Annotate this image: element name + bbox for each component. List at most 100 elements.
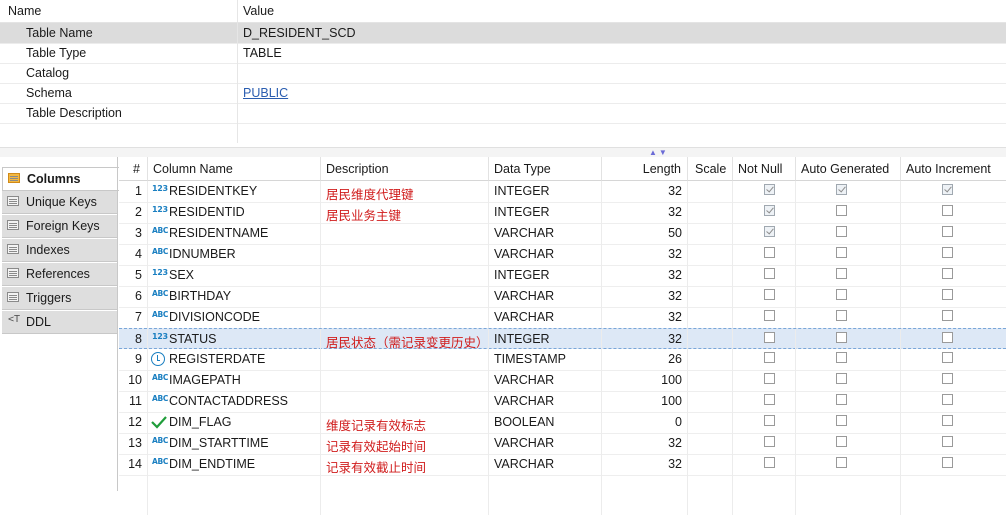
auto-increment-checkbox[interactable] <box>942 394 953 405</box>
cell-length[interactable]: 32 <box>602 244 688 265</box>
cell-type[interactable]: TIMESTAMP <box>489 349 602 370</box>
cell-name[interactable]: DIM_FLAG <box>148 412 321 433</box>
not-null-checkbox[interactable] <box>764 373 775 384</box>
auto-increment-checkbox[interactable] <box>942 268 953 279</box>
header-column-name[interactable]: Column Name <box>148 157 321 181</box>
auto-increment-checkbox[interactable] <box>942 205 953 216</box>
cell-ag[interactable] <box>796 181 901 202</box>
cell-nn[interactable] <box>733 181 796 202</box>
cell-length[interactable]: 32 <box>602 265 688 286</box>
property-row-table-type[interactable]: Table Type TABLE <box>0 43 1006 64</box>
table-row[interactable]: 5 123 SEX INTEGER 32 <box>119 265 1006 287</box>
cell-type[interactable]: VARCHAR <box>489 370 602 391</box>
cell-scale[interactable] <box>688 412 733 433</box>
cell-ag[interactable] <box>796 286 901 307</box>
auto-increment-checkbox[interactable] <box>942 289 953 300</box>
not-null-checkbox[interactable] <box>764 352 775 363</box>
header-row-number[interactable]: # <box>119 157 148 181</box>
cell-scale[interactable] <box>688 202 733 223</box>
tab-references[interactable]: References <box>2 263 118 286</box>
cell-desc[interactable] <box>321 370 489 391</box>
cell-length[interactable]: 0 <box>602 412 688 433</box>
table-row[interactable]: 3 ABC RESIDENTNAME VARCHAR 50 <box>119 223 1006 245</box>
cell-ag[interactable] <box>796 265 901 286</box>
cell-scale[interactable] <box>688 349 733 370</box>
cell-type[interactable]: BOOLEAN <box>489 412 602 433</box>
property-row-table-description[interactable]: Table Description <box>0 103 1006 124</box>
header-scale[interactable]: Scale <box>688 157 733 181</box>
cell-nn[interactable] <box>733 223 796 244</box>
cell-nn[interactable] <box>733 412 796 433</box>
schema-link[interactable]: PUBLIC <box>243 86 288 100</box>
table-row[interactable]: 12 DIM_FLAG 维度记录有效标志 BOOLEAN 0 <box>119 412 1006 434</box>
pane-splitter[interactable]: ▲▼ <box>0 147 1006 157</box>
cell-type[interactable]: INTEGER <box>489 265 602 286</box>
cell-ai[interactable] <box>901 223 1006 244</box>
cell-type[interactable]: VARCHAR <box>489 223 602 244</box>
table-row[interactable]: 13 ABC DIM_STARTTIME 记录有效起始时间 VARCHAR 32 <box>119 433 1006 455</box>
cell-name[interactable]: 123 SEX <box>148 265 321 286</box>
cell-nn[interactable] <box>733 244 796 265</box>
cell-name[interactable]: ABC DIVISIONCODE <box>148 307 321 328</box>
cell-n[interactable]: 4 <box>119 244 148 265</box>
cell-length[interactable]: 32 <box>602 181 688 202</box>
header-auto-generated[interactable]: Auto Generated <box>796 157 901 181</box>
not-null-checkbox[interactable] <box>764 226 775 237</box>
cell-name[interactable]: 123 RESIDENTID <box>148 202 321 223</box>
cell-ag[interactable] <box>796 202 901 223</box>
cell-scale[interactable] <box>688 265 733 286</box>
cell-scale[interactable] <box>688 391 733 412</box>
cell-ag[interactable] <box>796 412 901 433</box>
auto-generated-checkbox[interactable] <box>836 352 847 363</box>
cell-ai[interactable] <box>901 433 1006 454</box>
auto-generated-checkbox[interactable] <box>836 436 847 447</box>
cell-n[interactable]: 8 <box>119 329 148 350</box>
cell-desc[interactable]: 维度记录有效标志 <box>321 412 489 433</box>
header-description[interactable]: Description <box>321 157 489 181</box>
cell-nn[interactable] <box>733 391 796 412</box>
cell-type[interactable]: VARCHAR <box>489 433 602 454</box>
auto-generated-checkbox[interactable] <box>836 289 847 300</box>
table-row[interactable]: 6 ABC BIRTHDAY VARCHAR 32 <box>119 286 1006 308</box>
cell-desc[interactable]: 居民业务主键 <box>321 202 489 223</box>
table-row[interactable]: 2 123 RESIDENTID 居民业务主键 INTEGER 32 <box>119 202 1006 224</box>
cell-n[interactable]: 1 <box>119 181 148 202</box>
cell-ag[interactable] <box>796 244 901 265</box>
cell-nn[interactable] <box>733 286 796 307</box>
property-row-schema[interactable]: Schema PUBLIC <box>0 83 1006 104</box>
cell-ai[interactable] <box>901 244 1006 265</box>
cell-n[interactable]: 9 <box>119 349 148 370</box>
properties-value-header[interactable]: Value <box>243 4 274 18</box>
cell-length[interactable]: 100 <box>602 391 688 412</box>
auto-generated-checkbox[interactable] <box>836 205 847 216</box>
cell-nn[interactable] <box>733 454 796 475</box>
tab-unique-keys[interactable]: Unique Keys <box>2 191 118 214</box>
cell-ag[interactable] <box>796 433 901 454</box>
cell-scale[interactable] <box>688 181 733 202</box>
cell-n[interactable]: 11 <box>119 391 148 412</box>
auto-increment-checkbox[interactable] <box>942 457 953 468</box>
tab-columns[interactable]: Columns <box>2 167 119 191</box>
cell-n[interactable]: 14 <box>119 454 148 475</box>
cell-length[interactable]: 50 <box>602 223 688 244</box>
not-null-checkbox[interactable] <box>764 457 775 468</box>
cell-name[interactable]: ABC CONTACTADDRESS <box>148 391 321 412</box>
cell-length[interactable]: 32 <box>602 307 688 328</box>
cell-name[interactable]: ABC IMAGEPATH <box>148 370 321 391</box>
cell-ag[interactable] <box>796 223 901 244</box>
cell-ag[interactable] <box>796 454 901 475</box>
cell-length[interactable]: 32 <box>602 329 688 350</box>
not-null-checkbox[interactable] <box>764 415 775 426</box>
header-length[interactable]: Length <box>602 157 688 181</box>
cell-type[interactable]: VARCHAR <box>489 307 602 328</box>
not-null-checkbox[interactable] <box>764 436 775 447</box>
cell-scale[interactable] <box>688 307 733 328</box>
tab-triggers[interactable]: Triggers <box>2 287 118 310</box>
cell-n[interactable]: 10 <box>119 370 148 391</box>
table-row[interactable]: 1 123 RESIDENTKEY 居民维度代理键 INTEGER 32 <box>119 181 1006 203</box>
cell-n[interactable]: 6 <box>119 286 148 307</box>
cell-name[interactable]: ABC BIRTHDAY <box>148 286 321 307</box>
cell-nn[interactable] <box>733 433 796 454</box>
cell-name[interactable]: ABC RESIDENTNAME <box>148 223 321 244</box>
auto-generated-checkbox[interactable] <box>836 457 847 468</box>
